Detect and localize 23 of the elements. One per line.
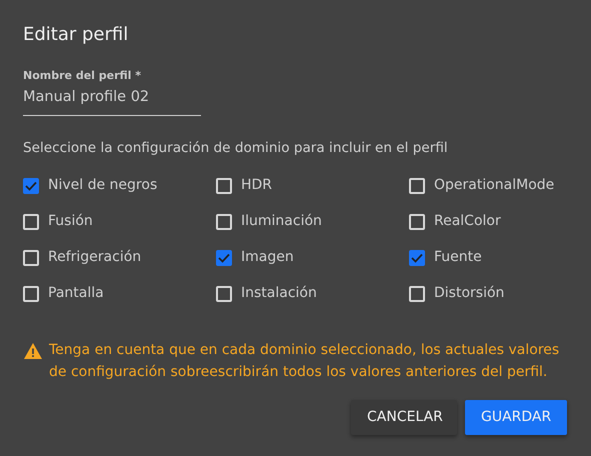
checkbox-label[interactable]: Fusión: [48, 211, 93, 232]
instruction-text: Seleccione la configuración de dominio para incluir en el perfil: [23, 138, 449, 158]
cancel-button[interactable]: CANCELAR: [351, 400, 457, 436]
save-button[interactable]: GUARDAR: [465, 400, 567, 436]
checkbox-label[interactable]: HDR: [241, 175, 272, 196]
checkbox-label[interactable]: Pantalla: [48, 283, 104, 304]
checkbox-label[interactable]: RealColor: [434, 211, 501, 232]
input-field[interactable]: Manual profile 02: [23, 87, 201, 116]
dialog-title: Editar perfil: [23, 24, 130, 46]
checkbox-label[interactable]: Iluminación: [241, 211, 322, 232]
checkbox-label[interactable]: Instalación: [241, 283, 317, 304]
checkbox[interactable]: [23, 178, 39, 194]
checkbox-label[interactable]: Fuente: [434, 247, 482, 268]
checkbox-label[interactable]: OperationalMode: [434, 175, 554, 196]
checkbox-label[interactable]: Nivel de negros: [48, 175, 158, 196]
field-label: Nombre del perfil *: [23, 68, 142, 84]
warning-text: Tenga en cuenta que en cada dominio seleccionado, los actuales valores de configuración sobreescribirán todos los valores anteriores del perfil.: [49, 341, 560, 382]
checkbox-label[interactable]: Imagen: [241, 247, 294, 268]
warning-icon: [23, 342, 43, 360]
checkbox[interactable]: [409, 250, 425, 266]
checkbox-label[interactable]: Distorsión: [434, 283, 504, 304]
checkbox[interactable]: [216, 250, 232, 266]
checkbox-label[interactable]: Refrigeración: [48, 247, 142, 268]
